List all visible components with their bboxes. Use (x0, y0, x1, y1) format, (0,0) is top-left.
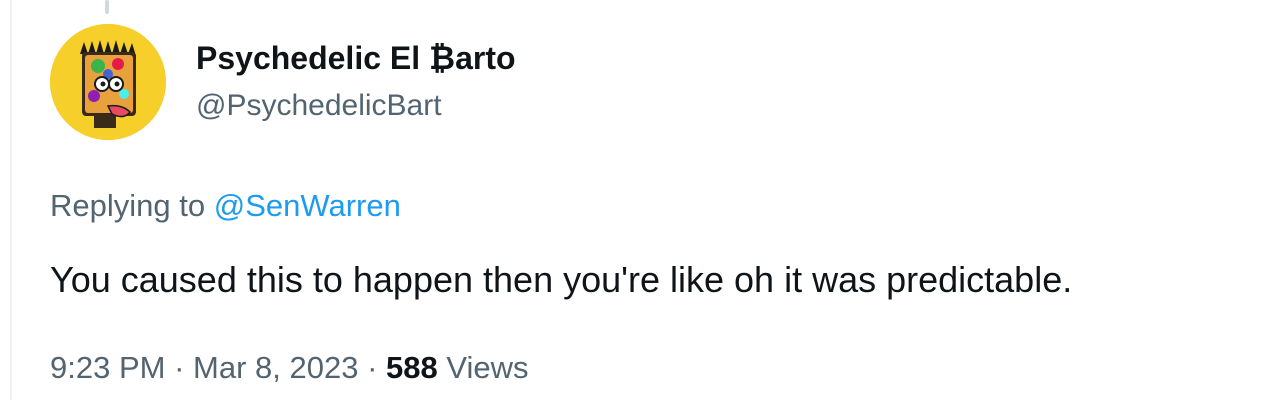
thread-connector-line (105, 0, 109, 14)
meta-separator: · (358, 350, 387, 385)
views-label: Views (437, 350, 529, 385)
author-name[interactable]: Psychedelic El ₿arto (196, 38, 516, 78)
author-handle[interactable]: @PsychedelicBart (196, 86, 442, 126)
views-count[interactable]: 588 (386, 350, 438, 385)
replying-to-mention-link[interactable]: @SenWarren (214, 188, 401, 223)
card-border (10, 0, 12, 400)
replying-to-label: Replying to (50, 188, 214, 223)
tweet-time-link[interactable]: 9:23 PM (50, 350, 165, 385)
tweet-date-link[interactable]: Mar 8, 2023 (193, 350, 358, 385)
tweet-card: Psychedelic El ₿arto @PsychedelicBart Re… (0, 0, 1280, 400)
avatar-image (50, 24, 166, 140)
tweet-metadata: 9:23 PM · Mar 8, 2023 · 588 Views (50, 346, 529, 390)
avatar[interactable] (50, 24, 166, 140)
replying-to-line: Replying to @SenWarren (50, 184, 401, 228)
meta-separator: · (165, 350, 194, 385)
tweet-text: You caused this to happen then you're li… (50, 259, 1073, 300)
